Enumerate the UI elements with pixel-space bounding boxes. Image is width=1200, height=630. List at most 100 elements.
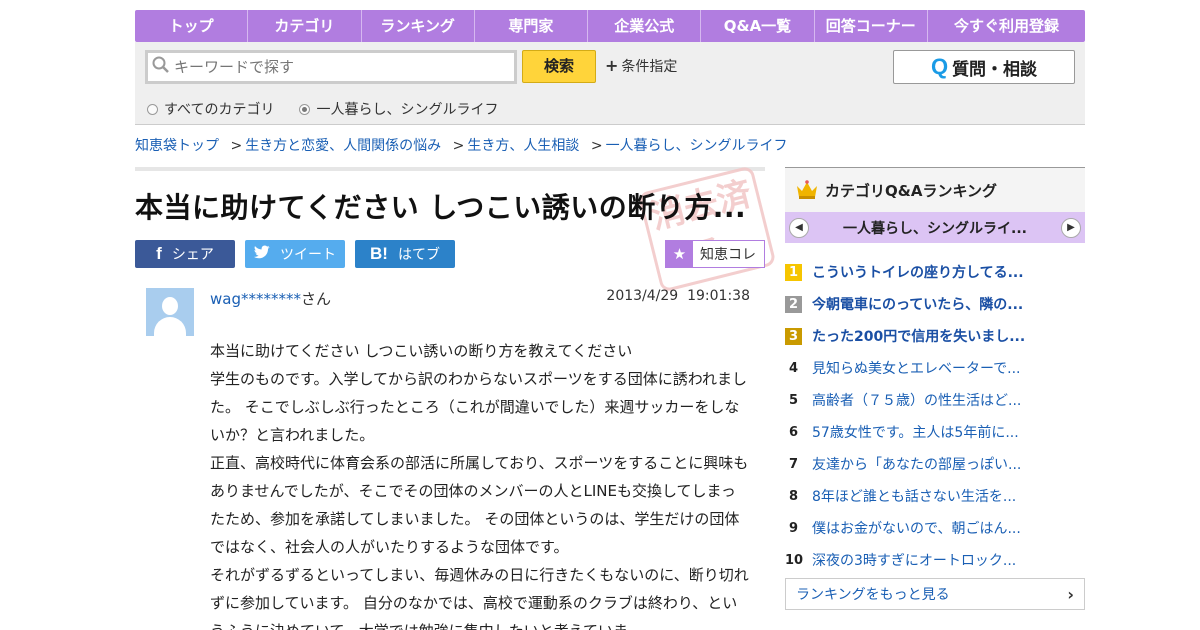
- question-q-icon: Q: [930, 54, 949, 79]
- ranking-item-link[interactable]: 8年ほど誰とも話さない生活を...: [812, 486, 1016, 506]
- breadcrumb-item-single-life[interactable]: 一人暮らし、シングルライフ: [606, 138, 788, 154]
- search-input[interactable]: [174, 58, 504, 76]
- question-body-paragraph: それがずるずるといってしまい、毎週休みの日に行きたくもないのに、断り切れずに参加…: [210, 566, 749, 630]
- user-avatar[interactable]: [146, 288, 194, 336]
- ranking-item: 1 こういうトイレの座り方してる...: [785, 256, 1085, 288]
- search-button[interactable]: 検索: [522, 50, 596, 83]
- chie-colle-label: 知恵コレ: [700, 247, 756, 263]
- crown-icon: [795, 180, 819, 200]
- ranking-item-link[interactable]: 高齢者（７５歳）の性生活はど...: [812, 390, 1021, 410]
- search-icon: [152, 56, 170, 78]
- search-box[interactable]: [145, 50, 517, 84]
- ranking-item: 10 深夜の3時すぎにオートロック...: [785, 544, 1085, 576]
- ranking-item-link[interactable]: 今朝電車にのっていたら、隣の...: [812, 294, 1023, 314]
- nav-official[interactable]: 企業公式: [588, 10, 702, 42]
- next-arrow-icon[interactable]: ▶: [1061, 217, 1081, 238]
- search-bar: 検索 +条件指定 Q 質問・相談 すべてのカテゴリ 一人暮らし、シングルライフ: [135, 42, 1085, 125]
- hatena-bookmark-button[interactable]: B! はてブ: [355, 240, 455, 268]
- rank-number: 5: [788, 392, 799, 408]
- ranking-item: 3 たった200円で信用を失いまし...: [785, 320, 1085, 352]
- ranking-category-switcher: ◀ 一人暮らし、シングルライ... ▶: [785, 212, 1085, 243]
- rank-number: 6: [788, 424, 799, 440]
- ranking-more-label: ランキングをもっと見る: [796, 587, 950, 603]
- ask-question-label: 質問・相談: [952, 59, 1038, 80]
- breadcrumb-item-top[interactable]: 知恵袋トップ: [135, 138, 219, 154]
- rank-number: 10: [785, 552, 804, 568]
- breadcrumb-item-life-advice[interactable]: 生き方、人生相談: [467, 138, 579, 154]
- twitter-share-label: ツイート: [280, 247, 336, 263]
- ranking-category-name: 一人暮らし、シングルライ...: [843, 220, 1027, 237]
- chie-colle-button[interactable]: ★ 知恵コレ: [665, 240, 765, 268]
- search-scope: すべてのカテゴリ 一人暮らし、シングルライフ: [147, 99, 523, 119]
- ranking-header: カテゴリQ&Aランキング: [785, 167, 1085, 212]
- search-conditions-label: 条件指定: [621, 59, 678, 75]
- nav-register[interactable]: 今すぐ利用登録: [928, 10, 1085, 42]
- breadcrumb-separator: >: [230, 138, 243, 154]
- ranking-item: 2 今朝電車にのっていたら、隣の...: [785, 288, 1085, 320]
- scope-all-radio[interactable]: [147, 103, 158, 115]
- ranking-item-link[interactable]: 友達から「あなたの部屋っぽい...: [812, 454, 1021, 474]
- twitter-share-button[interactable]: ツイート: [245, 240, 345, 268]
- ranking-item-link[interactable]: たった200円で信用を失いまし...: [812, 326, 1025, 346]
- nav-ranking[interactable]: ランキング: [362, 10, 475, 42]
- ranking-item: 9 僕はお金がないので、朝ごはん...: [785, 512, 1085, 544]
- ranking-title: カテゴリQ&Aランキング: [825, 181, 997, 200]
- ranking-item-link[interactable]: 57歳女性です。主人は5年前に...: [812, 422, 1019, 442]
- ranking-item: 7 友達から「あなたの部屋っぽい...: [785, 448, 1085, 480]
- post-datetime: 2013/4/29 19:01:38: [560, 288, 750, 304]
- search-conditions-link[interactable]: + 条件指定: [605, 56, 677, 76]
- star-icon: ★: [666, 241, 693, 267]
- nav-qa-list[interactable]: Q&A一覧: [701, 10, 815, 42]
- question-body-paragraph: 正直、高校時代に体育会系の部活に所属しており、スポーツをすることに興味もありませ…: [210, 454, 749, 556]
- ask-question-button[interactable]: Q 質問・相談: [893, 50, 1075, 84]
- rank-number: 4: [788, 360, 799, 376]
- ranking-list: 1 こういうトイレの座り方してる... 2 今朝電車にのっていたら、隣の... …: [785, 256, 1085, 576]
- rank-badge: 1: [785, 263, 802, 281]
- scope-all-option[interactable]: すべてのカテゴリ: [147, 99, 274, 119]
- breadcrumb: 知恵袋トップ > 生き方と恋愛、人間関係の悩み > 生き方、人生相談 > 一人暮らし、…: [135, 135, 788, 155]
- global-nav: トップ カテゴリ ランキング 専門家 企業公式 Q&A一覧 回答コーナー 今すぐ…: [135, 10, 1085, 42]
- ranking-item: 8 8年ほど誰とも話さない生活を...: [785, 480, 1085, 512]
- facebook-share-button[interactable]: f シェア: [135, 240, 235, 268]
- ranking-item: 6 57歳女性です。主人は5年前に...: [785, 416, 1085, 448]
- ranking-item-link[interactable]: 僕はお金がないので、朝ごはん...: [812, 518, 1021, 538]
- prev-arrow-icon[interactable]: ◀: [789, 217, 809, 238]
- rank-badge: 3: [785, 327, 802, 345]
- breadcrumb-separator: >: [590, 138, 603, 154]
- main-divider: [135, 167, 765, 171]
- ranking-item: 5 高齢者（７５歳）の性生活はど...: [785, 384, 1085, 416]
- author-name-link[interactable]: wag********: [210, 290, 301, 308]
- question-body-paragraph: 本当に助けてください しつこい誘いの断り方を教えてください: [210, 342, 633, 360]
- rank-number: 8: [788, 488, 799, 504]
- hatena-bookmark-icon: B!: [370, 244, 388, 263]
- post-time: 19:01:38: [687, 288, 750, 304]
- nav-experts[interactable]: 専門家: [475, 10, 589, 42]
- post-date: 2013/4/29: [606, 288, 679, 304]
- rank-number: 9: [788, 520, 799, 536]
- ranking-item-link[interactable]: 見知らぬ美女とエレベーターで...: [812, 358, 1021, 378]
- ranking-item-link[interactable]: 深夜の3時すぎにオートロック...: [812, 550, 1016, 570]
- twitter-bird-icon: [254, 244, 270, 264]
- question-body: 本当に助けてください しつこい誘いの断り方を教えてください 学生のものです。入学…: [210, 337, 750, 630]
- scope-current-option[interactable]: 一人暮らし、シングルライフ: [299, 99, 498, 119]
- rank-number: 7: [788, 456, 799, 472]
- ranking-item: 4 見知らぬ美女とエレベーターで...: [785, 352, 1085, 384]
- nav-category[interactable]: カテゴリ: [248, 10, 362, 42]
- ranking-more-button[interactable]: ランキングをもっと見る ›: [785, 578, 1085, 610]
- question-author: wag********さん: [210, 288, 331, 309]
- ranking-item-link[interactable]: こういうトイレの座り方してる...: [812, 262, 1024, 282]
- rank-badge: 2: [785, 295, 802, 313]
- facebook-share-label: シェア: [171, 247, 214, 263]
- nav-answer-corner[interactable]: 回答コーナー: [815, 10, 928, 42]
- facebook-icon: f: [156, 244, 162, 263]
- deleted-stamp: 消去済み: [637, 165, 777, 293]
- breadcrumb-item-life-love[interactable]: 生き方と恋愛、人間関係の悩み: [245, 138, 441, 154]
- author-honorific: さん: [300, 290, 331, 308]
- breadcrumb-separator: >: [452, 138, 465, 154]
- scope-all-label: すべてのカテゴリ: [164, 102, 275, 118]
- scope-current-radio[interactable]: [299, 103, 311, 115]
- nav-top[interactable]: トップ: [135, 10, 249, 42]
- hatena-share-label: はてブ: [397, 247, 440, 263]
- question-body-paragraph: 学生のものです。入学してから訳のわからないスポーツをする団体に誘われました。 そ…: [210, 370, 748, 444]
- avatar-head-shape: [162, 297, 178, 315]
